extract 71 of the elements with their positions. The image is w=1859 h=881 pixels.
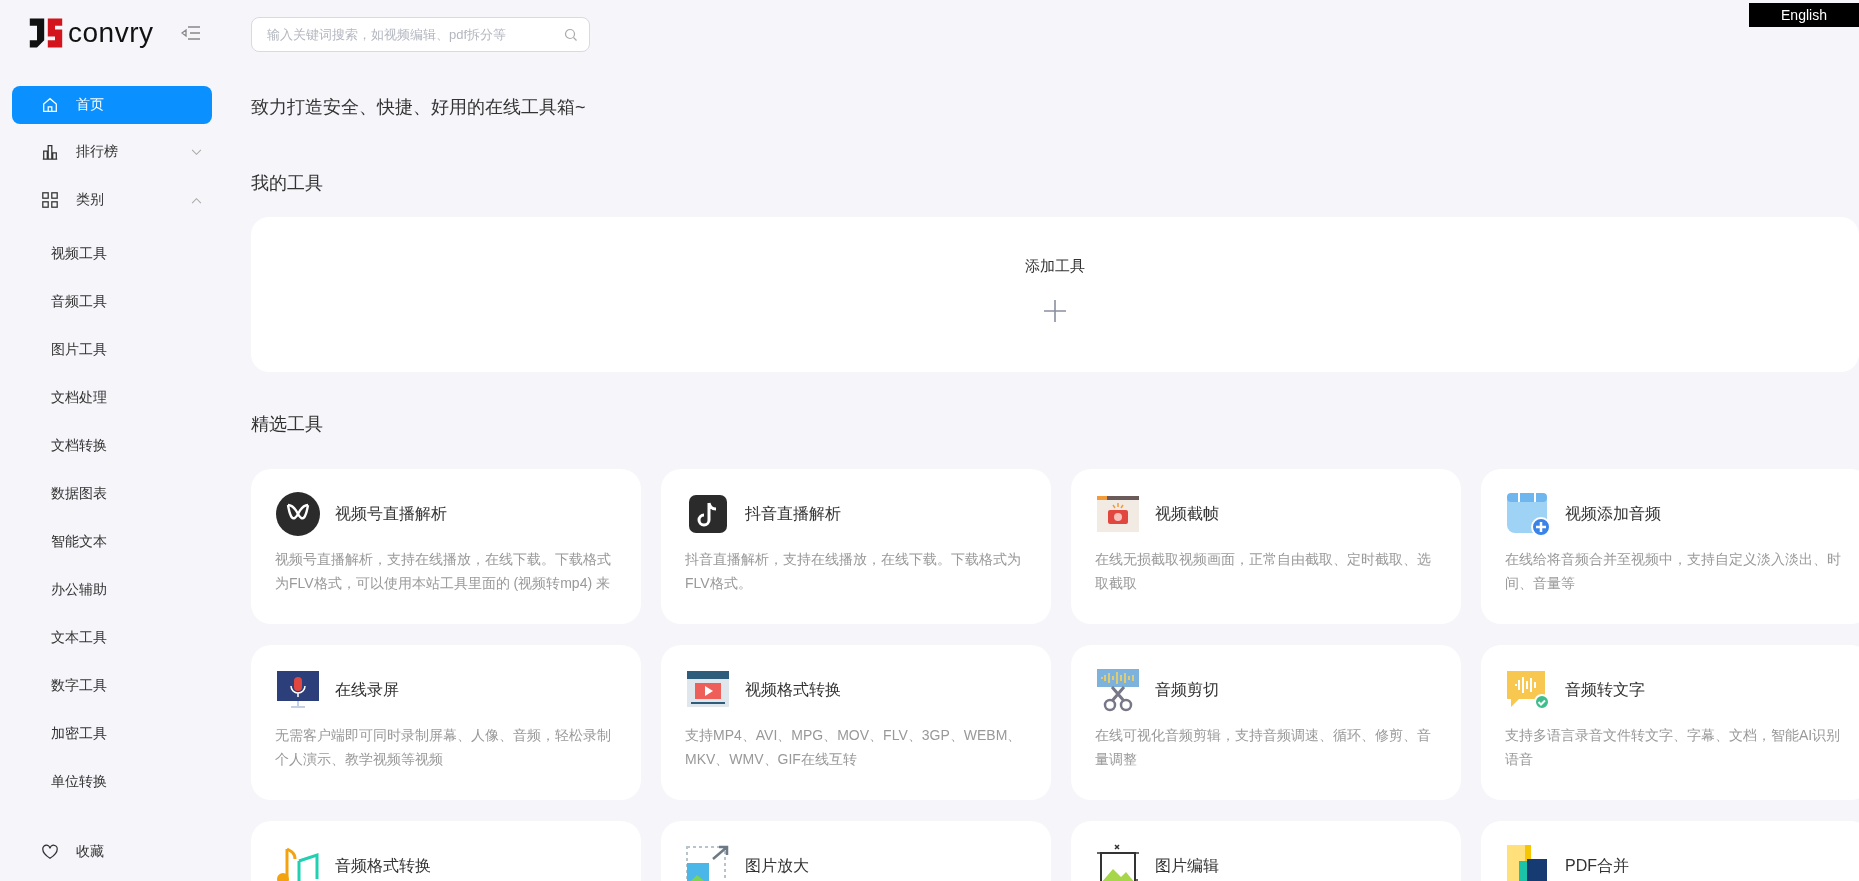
- tool-card[interactable]: 音频转文字 支持多语言录音文件转文字、字幕、文档，智能AI识别语音: [1481, 645, 1859, 800]
- tool-description: 支持MP4、AVI、MPG、MOV、FLV、3GP、WEBM、MKV、WMV、GIF在线互转: [685, 726, 1023, 769]
- category-item[interactable]: 图片工具: [51, 339, 107, 360]
- grid-icon: [41, 191, 59, 210]
- tool-title: 视频添加音频: [1565, 503, 1661, 524]
- add-tool-card[interactable]: 添加工具: [251, 217, 1859, 372]
- category-item[interactable]: 数字工具: [51, 675, 107, 696]
- tool-title: 视频格式转换: [745, 679, 841, 700]
- tool-card[interactable]: 在线录屏 无需客户端即可同时录制屏幕、人像、音频，轻松录制个人演示、教学视频等视频: [251, 645, 641, 800]
- tool-card[interactable]: PDF合并: [1481, 821, 1859, 881]
- tool-title: 图片放大: [745, 855, 809, 876]
- tool-title: 在线录屏: [335, 679, 399, 700]
- tool-title: 视频截帧: [1155, 503, 1219, 524]
- category-item[interactable]: 办公辅助: [51, 579, 107, 600]
- category-item[interactable]: 文档转换: [51, 435, 107, 456]
- bar-chart-icon: [41, 143, 59, 162]
- home-icon: [41, 95, 59, 114]
- logo-text: convry: [68, 16, 154, 49]
- section-heading: 我的工具: [251, 172, 324, 195]
- category-item[interactable]: 智能文本: [51, 531, 107, 552]
- tool-description: 抖音直播解析，支持在线播放，在线下载。下载格式为FLV格式。: [685, 550, 1022, 593]
- category-item[interactable]: 文档处理: [51, 387, 107, 408]
- tool-title: 音频剪切: [1155, 679, 1219, 700]
- tool-title: 音频转文字: [1565, 679, 1645, 700]
- heart-icon: [41, 843, 59, 862]
- tagline: 致力打造安全、快捷、好用的在线工具箱~: [251, 96, 587, 119]
- tool-card[interactable]: 图片放大: [661, 821, 1051, 881]
- sidebar-item-label: 收藏: [76, 843, 105, 862]
- video-plus-icon: [1505, 491, 1551, 537]
- scissors-waveform-icon: [1095, 667, 1141, 713]
- tool-title: 图片编辑: [1155, 855, 1219, 876]
- collapse-menu-icon[interactable]: [181, 24, 202, 41]
- tool-description: 在线可视化音频剪辑，支持音频调速、循环、修剪、音量调整: [1095, 726, 1432, 769]
- tool-card[interactable]: 抖音直播解析 抖音直播解析，支持在线播放，在线下载。下载格式为FLV格式。: [661, 469, 1051, 624]
- sidebar-item[interactable]: 收藏: [12, 833, 212, 871]
- search-icon: [564, 28, 578, 42]
- image-edit-icon: [1095, 843, 1141, 881]
- category-item[interactable]: 文本工具: [51, 627, 107, 648]
- tool-title: 抖音直播解析: [745, 503, 841, 524]
- tool-description: 在线给将音频合并至视频中，支持自定义淡入淡出、时间、音量等: [1505, 550, 1842, 593]
- tool-card[interactable]: 视频截帧 在线无损截取视频画面，正常自由截取、定时截取、选取截取: [1071, 469, 1461, 624]
- category-item[interactable]: 加密工具: [51, 723, 107, 744]
- tool-description: 在线无损截取视频画面，正常自由截取、定时截取、选取截取: [1095, 550, 1432, 593]
- tool-card[interactable]: 音频格式转换: [251, 821, 641, 881]
- image-enlarge-icon: [685, 843, 731, 881]
- sidebar-item[interactable]: 排行榜: [12, 133, 212, 172]
- tool-title: 视频号直播解析: [335, 503, 447, 524]
- tool-card[interactable]: 视频号直播解析 视频号直播解析，支持在线播放，在线下载。下载格式为FLV格式，可以使用本站工具里面的 (视频转mp4) 来: [251, 469, 641, 624]
- category-item[interactable]: 数据图表: [51, 483, 107, 504]
- tool-title: 音频格式转换: [335, 855, 431, 876]
- tool-description: 支持多语言录音文件转文字、字幕、文档，智能AI识别语音: [1505, 726, 1842, 769]
- search-field[interactable]: 输入关键词搜索，如视频编辑、pdf拆分等: [251, 17, 590, 52]
- tool-card[interactable]: 图片编辑: [1071, 821, 1461, 881]
- add-tool-label: 添加工具: [1025, 257, 1085, 276]
- tool-description: 视频号直播解析，支持在线播放，在线下载。下载格式为FLV格式，可以使用本站工具里面的 (视频转mp4) 来: [275, 550, 612, 593]
- tool-card[interactable]: 视频添加音频 在线给将音频合并至视频中，支持自定义淡入淡出、时间、音量等: [1481, 469, 1859, 624]
- sidebar-item-label: 首页: [76, 95, 105, 114]
- wave-circle-icon: [275, 491, 321, 537]
- section-heading: 精选工具: [251, 413, 324, 436]
- category-item[interactable]: 音频工具: [51, 291, 107, 312]
- tool-card[interactable]: 音频剪切 在线可视化音频剪辑，支持音频调速、循环、修剪、音量调整: [1071, 645, 1461, 800]
- tool-title: PDF合并: [1565, 855, 1629, 876]
- category-item[interactable]: 视频工具: [51, 243, 107, 264]
- category-item[interactable]: 单位转换: [51, 771, 107, 792]
- sidebar-item[interactable]: 类别: [12, 181, 212, 220]
- sidebar-item-label: 排行榜: [76, 143, 119, 162]
- plus-icon: [1044, 300, 1066, 322]
- language-button[interactable]: English: [1749, 3, 1859, 27]
- tool-card[interactable]: 视频格式转换 支持MP4、AVI、MPG、MOV、FLV、3GP、WEBM、MKV、WMV、GIF在线互转: [661, 645, 1051, 800]
- sidebar-item-label: 类别: [76, 191, 105, 210]
- tool-description: 无需客户端即可同时录制屏幕、人像、音频，轻松录制个人演示、教学视频等视频: [275, 726, 612, 769]
